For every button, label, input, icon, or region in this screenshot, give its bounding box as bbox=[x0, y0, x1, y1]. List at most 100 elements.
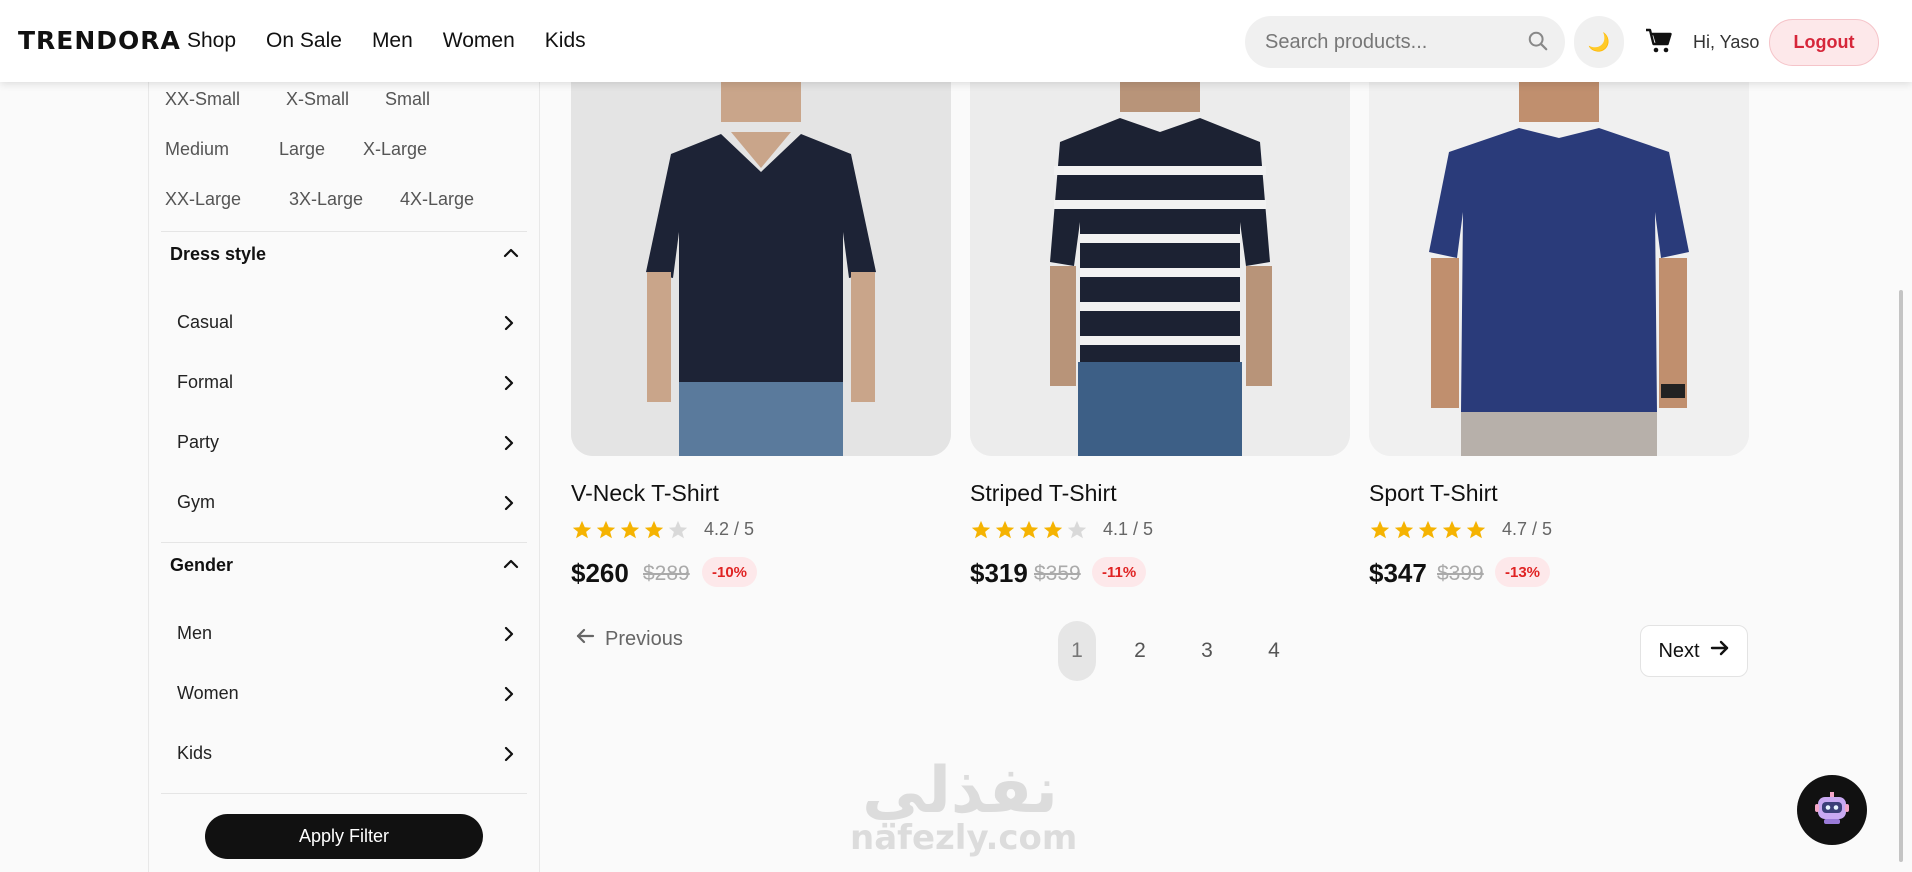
product-price: $319 bbox=[970, 558, 1028, 588]
filter-item-label: Casual bbox=[177, 312, 234, 332]
chevron-right-icon bbox=[501, 314, 517, 337]
divider bbox=[161, 542, 527, 543]
chevron-up-icon[interactable] bbox=[502, 244, 520, 267]
chevron-right-icon bbox=[501, 745, 517, 768]
filter-item-party[interactable]: Party bbox=[177, 432, 517, 453]
filter-item-formal[interactable]: Formal bbox=[177, 372, 517, 393]
star-icon bbox=[995, 520, 1015, 539]
size-chip-3x-large[interactable]: 3X-Large bbox=[273, 180, 379, 218]
size-chip-xx-small[interactable]: XX-Small bbox=[149, 80, 256, 118]
page-scrollbar[interactable] bbox=[1899, 290, 1903, 862]
search-box bbox=[1245, 16, 1565, 68]
arrow-left-icon bbox=[575, 627, 595, 651]
filter-item-label: Women bbox=[177, 683, 239, 703]
search-icon[interactable] bbox=[1527, 30, 1549, 57]
apply-filter-button[interactable]: Apply Filter bbox=[205, 814, 483, 859]
star-icon bbox=[1442, 520, 1462, 539]
arrow-right-icon bbox=[1710, 639, 1730, 663]
star-empty-icon bbox=[1067, 520, 1087, 539]
page-button-4[interactable]: 4 bbox=[1255, 621, 1293, 681]
filter-item-label: Party bbox=[177, 432, 220, 452]
previous-page-button[interactable]: Previous bbox=[575, 627, 683, 651]
next-label: Next bbox=[1658, 639, 1700, 662]
rating-text: 4.7 / 5 bbox=[1502, 519, 1553, 539]
filter-item-label: Kids bbox=[177, 743, 213, 763]
product-image[interactable] bbox=[571, 82, 951, 456]
filter-item-men[interactable]: Men bbox=[177, 623, 517, 644]
old-price: $289 bbox=[643, 562, 690, 585]
discount-badge: -10% bbox=[702, 557, 758, 587]
nav-shop[interactable]: Shop bbox=[187, 29, 236, 53]
old-price: $359 bbox=[1034, 562, 1081, 585]
size-chip-x-large[interactable]: X-Large bbox=[347, 130, 443, 168]
theme-toggle-button[interactable]: 🌙 bbox=[1574, 16, 1624, 68]
product-image[interactable] bbox=[1369, 82, 1749, 456]
cart-icon[interactable] bbox=[1645, 28, 1673, 59]
rating-stars bbox=[571, 519, 689, 541]
chevron-right-icon bbox=[501, 374, 517, 397]
dress-style-heading[interactable]: Dress style bbox=[170, 244, 266, 265]
rating-stars bbox=[970, 519, 1088, 541]
star-empty-icon bbox=[668, 520, 688, 539]
site-logo[interactable]: TRENDORA bbox=[18, 26, 181, 55]
star-icon bbox=[1370, 520, 1390, 539]
discount-badge: -11% bbox=[1092, 557, 1147, 587]
chevron-right-icon bbox=[501, 434, 517, 457]
star-icon bbox=[572, 520, 592, 539]
nav-men[interactable]: Men bbox=[372, 29, 413, 53]
page-button-2[interactable]: 2 bbox=[1121, 621, 1159, 681]
product-name[interactable]: Striped T-Shirt bbox=[970, 480, 1117, 507]
robot-icon bbox=[1814, 791, 1850, 830]
watermark: نفذلي nafezly.com bbox=[850, 754, 1078, 858]
filter-item-casual[interactable]: Casual bbox=[177, 312, 517, 333]
watermark-latin: nafezly.com bbox=[850, 818, 1078, 858]
top-header: TRENDORA Shop On Sale Men Women Kids 🌙 H… bbox=[0, 0, 1912, 82]
divider bbox=[161, 231, 527, 232]
size-chip-x-small[interactable]: X-Small bbox=[270, 80, 365, 118]
star-icon bbox=[1418, 520, 1438, 539]
star-icon bbox=[596, 520, 616, 539]
filter-item-women[interactable]: Women bbox=[177, 683, 517, 704]
old-price: $399 bbox=[1437, 562, 1484, 585]
product-image[interactable] bbox=[970, 82, 1350, 456]
star-icon bbox=[1466, 520, 1486, 539]
size-chip-4x-large[interactable]: 4X-Large bbox=[384, 180, 490, 218]
previous-label: Previous bbox=[605, 627, 683, 650]
nav-on-sale[interactable]: On Sale bbox=[266, 29, 342, 53]
nav-kids[interactable]: Kids bbox=[545, 29, 586, 53]
product-price: $347 bbox=[1369, 558, 1427, 588]
chatbot-button[interactable] bbox=[1797, 775, 1867, 845]
chevron-right-icon bbox=[501, 685, 517, 708]
moon-icon: 🌙 bbox=[1587, 31, 1611, 52]
star-icon bbox=[1394, 520, 1414, 539]
size-chip-xx-large[interactable]: XX-Large bbox=[149, 180, 257, 218]
filter-sidebar: XX-Small X-Small Small Medium Large X-La… bbox=[148, 0, 540, 872]
size-chip-medium[interactable]: Medium bbox=[149, 130, 245, 168]
next-page-button[interactable]: Next bbox=[1640, 625, 1748, 677]
product-name[interactable]: V-Neck T-Shirt bbox=[571, 480, 719, 507]
filter-item-gym[interactable]: Gym bbox=[177, 492, 517, 513]
divider bbox=[161, 793, 527, 794]
rating-text: 4.2 / 5 bbox=[704, 519, 755, 539]
page-button-1[interactable]: 1 bbox=[1058, 621, 1096, 681]
logout-button[interactable]: Logout bbox=[1769, 19, 1879, 66]
star-icon bbox=[1043, 520, 1063, 539]
filter-item-label: Gym bbox=[177, 492, 215, 512]
chevron-right-icon bbox=[501, 625, 517, 648]
search-input[interactable] bbox=[1265, 30, 1515, 54]
product-price: $260 bbox=[571, 558, 629, 588]
watermark-arabic: نفذلي bbox=[862, 754, 1058, 828]
gender-heading[interactable]: Gender bbox=[170, 555, 233, 576]
main-nav: Shop On Sale Men Women Kids bbox=[187, 29, 616, 53]
nav-women[interactable]: Women bbox=[443, 29, 515, 53]
filter-item-kids[interactable]: Kids bbox=[177, 743, 517, 764]
chevron-up-icon[interactable] bbox=[502, 555, 520, 578]
filter-item-label: Formal bbox=[177, 372, 234, 392]
star-icon bbox=[620, 520, 640, 539]
page-button-3[interactable]: 3 bbox=[1188, 621, 1226, 681]
size-chip-small[interactable]: Small bbox=[369, 80, 446, 118]
product-name[interactable]: Sport T-Shirt bbox=[1369, 480, 1498, 507]
size-chip-large[interactable]: Large bbox=[263, 130, 341, 168]
star-icon bbox=[971, 520, 991, 539]
star-icon bbox=[644, 520, 664, 539]
